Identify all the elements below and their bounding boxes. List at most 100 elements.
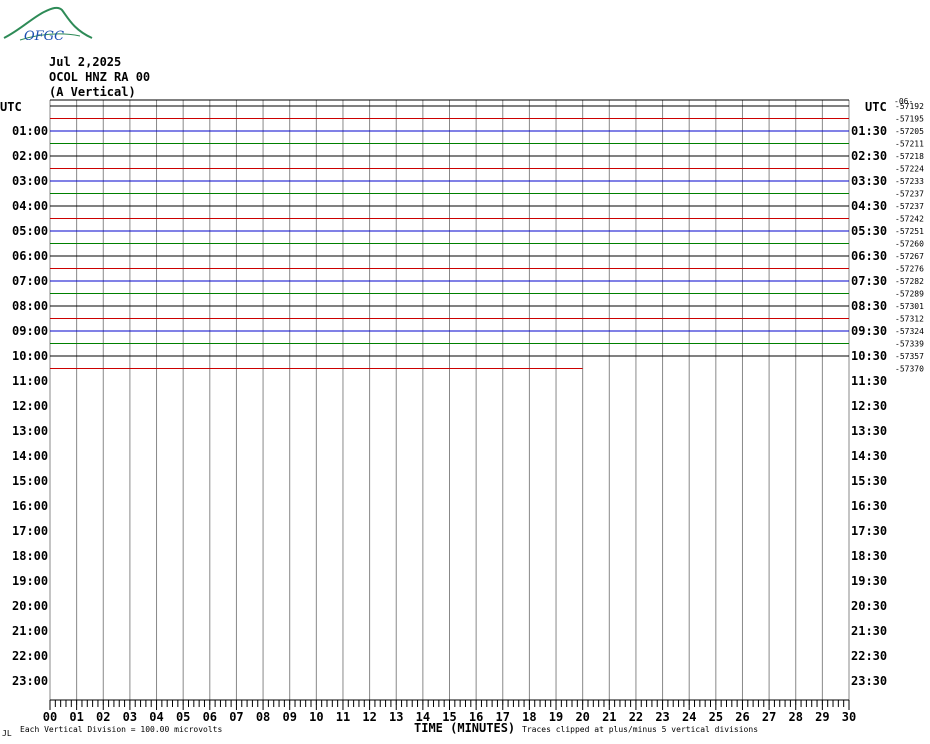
x-tick-label-30: 30 — [842, 710, 856, 724]
x-axis-label: TIME (MINUTES) — [414, 721, 515, 735]
left-hour-labels: 01:00 02:00 03:00 04:00 05:00 06:00 07:00 08:00… — [12, 124, 48, 688]
right-hour-label-21: 22:30 — [851, 649, 887, 663]
left-hour-label-16: 17:00 — [12, 524, 48, 538]
left-hour-label-9: 10:00 — [12, 349, 48, 363]
right-hour-label-2: 03:30 — [851, 174, 887, 188]
x-tick-label-05: 05 — [176, 710, 190, 724]
x-tick-label-03: 03 — [123, 710, 137, 724]
right-hour-label-14: 15:30 — [851, 474, 887, 488]
right-axis-title: UTC — [865, 100, 887, 114]
right-hour-label-0: 01:30 — [851, 124, 887, 138]
right-hour-label-10: 11:30 — [851, 374, 887, 388]
right-hour-label-12: 13:30 — [851, 424, 887, 438]
left-hour-label-20: 21:00 — [12, 624, 48, 638]
trace-count-value-17: -57312 — [895, 315, 924, 324]
right-extra-label: -06- — [894, 97, 913, 106]
x-tick-label-09: 09 — [282, 710, 296, 724]
right-hour-label-7: 08:30 — [851, 299, 887, 313]
left-hour-label-7: 08:00 — [12, 299, 48, 313]
mountain-swoosh-logo-icon: OFGC — [3, 6, 93, 44]
left-hour-label-10: 11:00 — [12, 374, 48, 388]
left-hour-label-22: 23:00 — [12, 674, 48, 688]
x-axis-ticks — [49, 699, 850, 710]
left-hour-label-11: 12:00 — [12, 399, 48, 413]
x-tick-label-10: 10 — [309, 710, 323, 724]
x-tick-label-20: 20 — [575, 710, 589, 724]
header-station: OCOL HNZ RA 00 — [49, 70, 150, 84]
trace-count-value-1: -57195 — [895, 115, 924, 124]
right-hour-label-9: 10:30 — [851, 349, 887, 363]
left-hour-label-5: 06:00 — [12, 249, 48, 263]
trace-count-value-12: -57267 — [895, 252, 924, 261]
header-component: (A Vertical) — [49, 85, 136, 99]
trace-count-value-9: -57242 — [895, 215, 924, 224]
right-hour-label-19: 20:30 — [851, 599, 887, 613]
right-hour-labels: 01:30 02:30 03:30 04:30 05:30 06:30 07:30 08:30… — [851, 124, 887, 688]
left-hour-label-19: 20:00 — [12, 599, 48, 613]
logo-text: OFGC — [24, 29, 64, 44]
left-hour-label-6: 07:00 — [12, 274, 48, 288]
x-tick-label-28: 28 — [789, 710, 803, 724]
trace-count-value-6: -57233 — [895, 177, 924, 186]
trace-count-value-5: -57224 — [895, 165, 924, 174]
left-hour-label-17: 18:00 — [12, 549, 48, 563]
right-hour-label-18: 19:30 — [851, 574, 887, 588]
trace-count-value-20: -57357 — [895, 352, 924, 361]
x-tick-label-18: 18 — [522, 710, 536, 724]
header-date: Jul 2,2025 — [49, 55, 121, 69]
right-hour-label-6: 07:30 — [851, 274, 887, 288]
x-tick-label-02: 02 — [96, 710, 110, 724]
x-tick-label-25: 25 — [709, 710, 723, 724]
footer-clipping-note: Traces clipped at plus/minus 5 vertical … — [522, 725, 758, 734]
right-hour-label-4: 05:30 — [851, 224, 887, 238]
x-tick-label-01: 01 — [69, 710, 83, 724]
right-hour-label-16: 17:30 — [851, 524, 887, 538]
trace-count-value-21: -57370 — [895, 365, 924, 374]
left-hour-label-8: 09:00 — [12, 324, 48, 338]
left-axis-title: UTC — [0, 100, 22, 114]
left-hour-label-1: 02:00 — [12, 149, 48, 163]
left-hour-label-2: 03:00 — [12, 174, 48, 188]
x-tick-label-21: 21 — [602, 710, 616, 724]
left-hour-label-14: 15:00 — [12, 474, 48, 488]
left-hour-label-21: 22:00 — [12, 649, 48, 663]
trace-count-value-2: -57205 — [895, 127, 924, 136]
footer-vertical-division: Each Vertical Division = 100.00 microvol… — [20, 725, 222, 734]
x-tick-label-13: 13 — [389, 710, 403, 724]
x-tick-label-27: 27 — [762, 710, 776, 724]
x-tick-label-07: 07 — [229, 710, 243, 724]
x-tick-label-29: 29 — [815, 710, 829, 724]
trace-count-value-10: -57251 — [895, 227, 924, 236]
x-tick-label-00: 00 — [43, 710, 57, 724]
trace-count-value-15: -57289 — [895, 290, 924, 299]
trace-count-values: -57192-57195-57205-57211-57218-57224-572… — [895, 102, 924, 374]
trace-count-value-19: -57339 — [895, 340, 924, 349]
x-tick-label-11: 11 — [336, 710, 350, 724]
trace-count-value-14: -57282 — [895, 277, 924, 286]
trace-count-value-11: -57260 — [895, 240, 924, 249]
x-tick-label-19: 19 — [549, 710, 563, 724]
left-hour-label-15: 16:00 — [12, 499, 48, 513]
right-hour-label-11: 12:30 — [851, 399, 887, 413]
trace-count-value-3: -57211 — [895, 140, 924, 149]
trace-count-value-7: -57237 — [895, 190, 924, 199]
right-hour-label-15: 16:30 — [851, 499, 887, 513]
x-tick-label-06: 06 — [203, 710, 217, 724]
minute-grid — [49, 99, 850, 705]
left-hour-label-18: 19:00 — [12, 574, 48, 588]
right-hour-label-3: 04:30 — [851, 199, 887, 213]
x-tick-label-23: 23 — [655, 710, 669, 724]
helicorder-chart: OFGC Jul 2,2025 OCOL HNZ RA 00 (A Vertic… — [0, 6, 924, 738]
left-hour-label-4: 05:00 — [12, 224, 48, 238]
trace-count-value-18: -57324 — [895, 327, 924, 336]
right-hour-label-22: 23:30 — [851, 674, 887, 688]
trace-count-value-4: -57218 — [895, 152, 924, 161]
trace-count-value-16: -57301 — [895, 302, 924, 311]
right-hour-label-8: 09:30 — [851, 324, 887, 338]
left-hour-label-13: 14:00 — [12, 449, 48, 463]
right-hour-label-13: 14:30 — [851, 449, 887, 463]
x-tick-label-22: 22 — [629, 710, 643, 724]
x-tick-label-04: 04 — [149, 710, 163, 724]
right-hour-label-17: 18:30 — [851, 549, 887, 563]
right-hour-label-20: 21:30 — [851, 624, 887, 638]
